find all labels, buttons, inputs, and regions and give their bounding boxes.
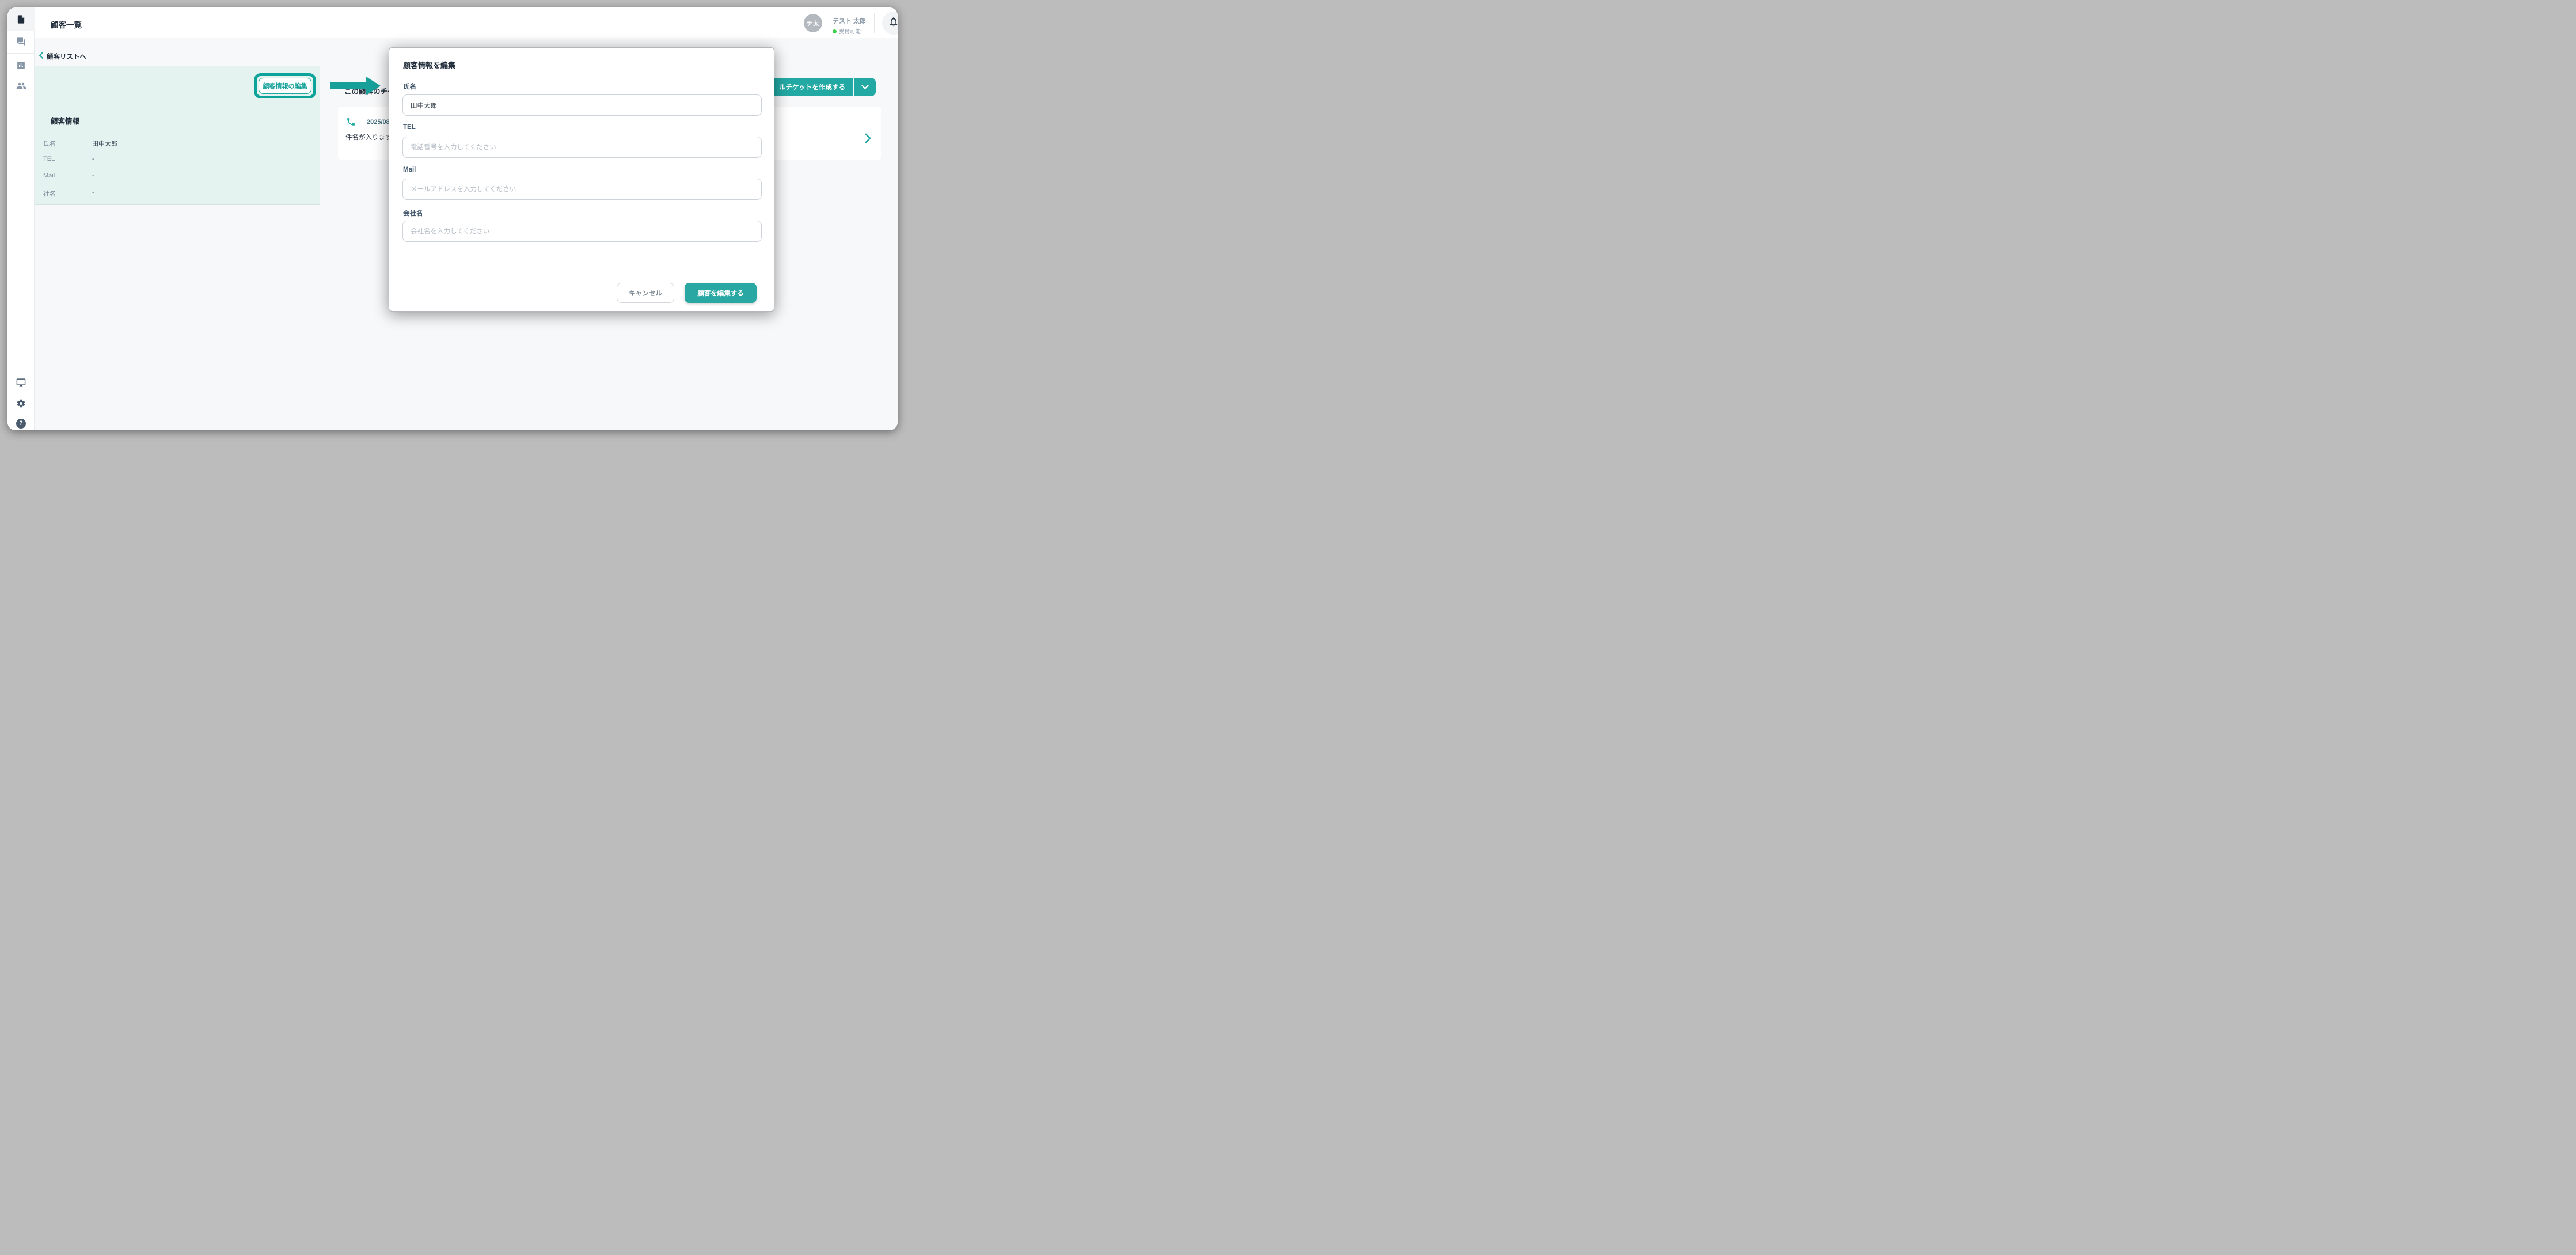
field-value-name: 田中太郎 bbox=[92, 139, 117, 148]
user-name: テスト 太郎 bbox=[833, 16, 866, 25]
edit-customer-info-button[interactable]: 顧客情報の編集 bbox=[259, 78, 311, 94]
people-icon bbox=[16, 81, 26, 91]
modal-label-mail: Mail bbox=[403, 166, 416, 173]
company-input[interactable] bbox=[402, 221, 762, 242]
sidebar-item-settings[interactable] bbox=[7, 392, 35, 415]
modal-label-name: 氏名 bbox=[403, 82, 416, 91]
name-input[interactable] bbox=[402, 94, 762, 116]
tutorial-highlight-ring: 顧客情報の編集 bbox=[254, 73, 316, 98]
breadcrumb-label: 顧客リストへ bbox=[47, 52, 86, 61]
sidebar-item-documents[interactable] bbox=[7, 7, 35, 31]
sidebar-item-customers[interactable] bbox=[7, 74, 35, 97]
create-ticket-label: ルチケットを作成する bbox=[779, 82, 845, 92]
status-dot bbox=[833, 29, 837, 33]
modal-label-company: 会社名 bbox=[403, 208, 423, 218]
field-label-tel: TEL bbox=[43, 156, 55, 162]
field-label-mail: Mail bbox=[43, 172, 55, 179]
breadcrumb-back-link[interactable]: 顧客リストへ bbox=[39, 51, 86, 62]
field-label-company: 社名 bbox=[43, 189, 56, 198]
app-window: ? 顧客一覧 テ太 テスト 太郎 受付可能 顧客リストへ 顧客情報 氏名 bbox=[7, 7, 898, 430]
chevron-left-icon bbox=[39, 51, 43, 62]
notifications-button[interactable] bbox=[882, 12, 898, 35]
monitor-icon bbox=[16, 378, 26, 388]
edit-customer-modal: 顧客情報を編集 氏名 TEL Mail 会社名 キャンセル 顧客を編集する bbox=[389, 47, 774, 312]
field-value-mail: - bbox=[92, 172, 94, 179]
create-ticket-dropdown-button[interactable] bbox=[854, 78, 876, 96]
sidebar-item-reports[interactable] bbox=[7, 54, 35, 77]
tutorial-arrow bbox=[330, 82, 367, 89]
tutorial-arrow-head bbox=[366, 77, 381, 95]
panel-title: 顧客情報 bbox=[51, 115, 79, 126]
bar-chart-icon bbox=[16, 60, 26, 70]
submit-edit-customer-button[interactable]: 顧客を編集する bbox=[685, 283, 757, 303]
modal-label-tel: TEL bbox=[403, 124, 416, 131]
bell-icon bbox=[888, 16, 898, 31]
mail-input[interactable] bbox=[402, 179, 762, 200]
header-divider bbox=[874, 13, 875, 33]
document-icon bbox=[16, 14, 26, 24]
field-value-tel: - bbox=[92, 156, 94, 162]
chevron-down-icon bbox=[861, 82, 869, 92]
chevron-right-icon bbox=[865, 133, 871, 146]
create-ticket-button[interactable]: ルチケットを作成する bbox=[771, 78, 853, 96]
field-value-company: - bbox=[92, 189, 94, 196]
status-badge: 受付可能 bbox=[833, 27, 861, 35]
avatar[interactable]: テ太 bbox=[804, 14, 822, 32]
field-label-name: 氏名 bbox=[43, 139, 56, 148]
sidebar-item-workspace[interactable] bbox=[7, 371, 35, 394]
tel-input[interactable] bbox=[402, 137, 762, 158]
cancel-button[interactable]: キャンセル bbox=[617, 283, 674, 303]
gear-icon bbox=[16, 399, 26, 408]
chat-icon bbox=[16, 37, 26, 47]
page-title: 顧客一覧 bbox=[51, 18, 82, 30]
ticket-subject: 件名が入ります bbox=[345, 132, 392, 142]
modal-title: 顧客情報を編集 bbox=[403, 59, 455, 70]
panel-divider bbox=[35, 204, 320, 205]
header: 顧客一覧 テ太 テスト 太郎 受付可能 bbox=[35, 7, 898, 38]
help-icon: ? bbox=[16, 419, 26, 429]
status-text: 受付可能 bbox=[839, 27, 861, 35]
sidebar-item-help[interactable]: ? bbox=[7, 412, 35, 430]
sidebar: ? bbox=[7, 7, 35, 430]
phone-icon bbox=[346, 117, 356, 130]
sidebar-item-chat[interactable] bbox=[7, 30, 35, 53]
ticket-date: 2025/08 bbox=[367, 119, 390, 126]
